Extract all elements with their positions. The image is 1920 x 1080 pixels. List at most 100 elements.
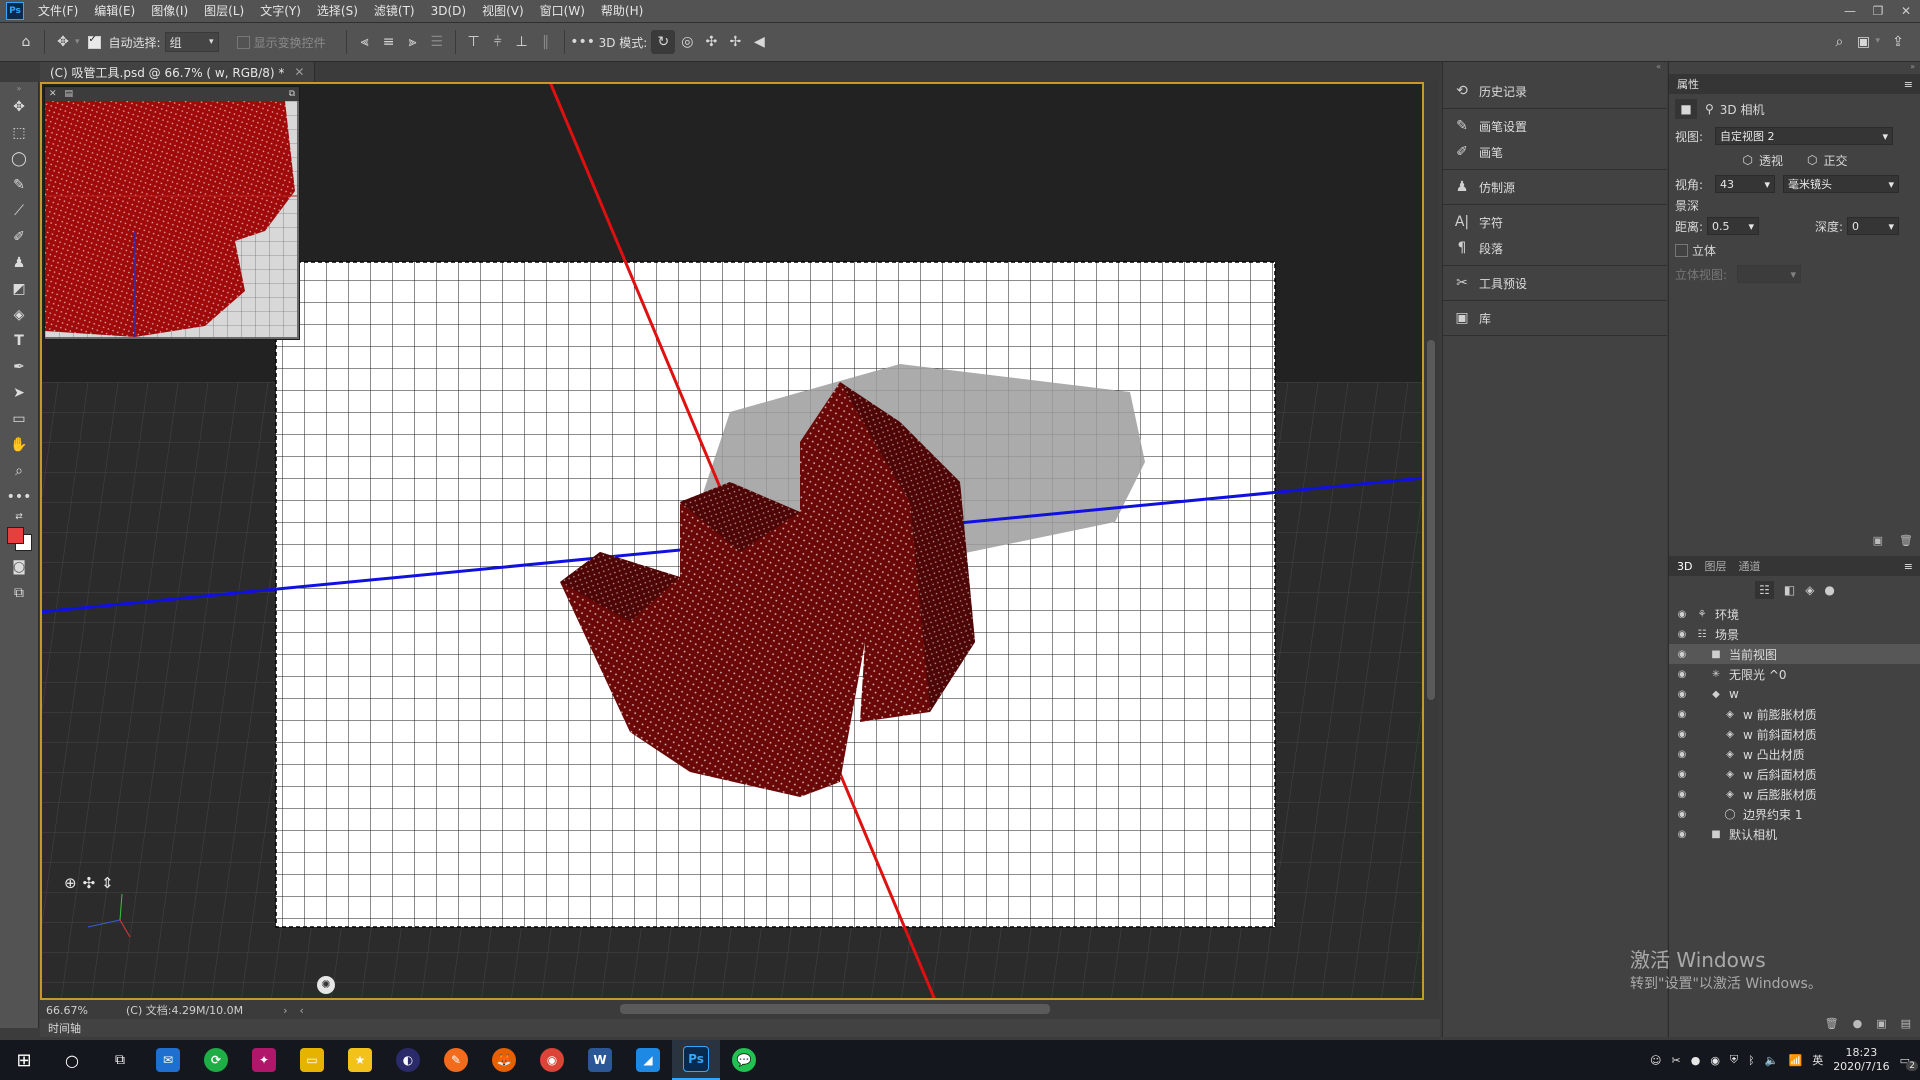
properties-tab[interactable]: 属性 — [1677, 76, 1699, 92]
menu-edit[interactable]: 编辑(E) — [86, 0, 143, 22]
menu-window[interactable]: 窗口(W) — [532, 0, 593, 22]
panel-character[interactable]: A| 字符 — [1443, 209, 1667, 235]
scene-tree-row[interactable]: ◉ ◈ w 后膨胀材质 — [1669, 784, 1920, 804]
canvas-viewport[interactable]: ⊕ ✣ ⇕ ✺ ✕ ▤ ⧉ — [40, 82, 1424, 1000]
visibility-eye-icon[interactable]: ◉ — [1673, 689, 1691, 700]
file-explorer-icon[interactable]: ▭ — [288, 1040, 336, 1080]
filter-whole-scene-icon[interactable]: ☷ — [1755, 581, 1774, 599]
screen-mode-icon[interactable]: ⧉ — [0, 580, 38, 606]
close-icon[interactable]: ✕ — [1892, 0, 1920, 22]
align-middle-v-icon[interactable]: ⫩ — [486, 30, 510, 54]
orbit-camera-icon[interactable]: ⊕ — [64, 874, 77, 892]
perspective-icon[interactable]: ⬡ — [1743, 153, 1753, 167]
depth-input[interactable]: 0 ▾ — [1847, 217, 1899, 235]
orange-app-icon[interactable]: ✎ — [432, 1040, 480, 1080]
collapse-panels-icon[interactable]: « — [1443, 62, 1667, 74]
orthographic-label[interactable]: 正交 — [1823, 152, 1847, 169]
mail-app-icon[interactable]: ✉ — [144, 1040, 192, 1080]
foreground-color-swatch[interactable] — [7, 527, 24, 544]
photos-app-icon[interactable]: ◢ — [624, 1040, 672, 1080]
menu-file[interactable]: 文件(F) — [30, 0, 86, 22]
visibility-eye-icon[interactable]: ◉ — [1673, 649, 1691, 660]
filter-lights-icon[interactable]: ● — [1824, 583, 1834, 597]
slide-3d-icon[interactable]: ✢ — [723, 30, 747, 54]
secondary-view-menu-icon[interactable]: ▤ — [65, 89, 74, 99]
visibility-eye-icon[interactable]: ◉ — [1673, 809, 1691, 820]
yellow-app-icon[interactable]: ★ — [336, 1040, 384, 1080]
close-tab-icon[interactable]: ✕ — [294, 65, 304, 79]
chevron-down-icon[interactable]: ▾ — [75, 37, 80, 47]
share-icon[interactable]: ⇪ — [1886, 30, 1910, 54]
visibility-eye-icon[interactable]: ◉ — [1673, 769, 1691, 780]
distance-input[interactable]: 0.5 ▾ — [1707, 217, 1759, 235]
tray-tool-icon[interactable]: ✂ — [1671, 1054, 1680, 1067]
volume-icon[interactable]: 🔈 — [1765, 1054, 1779, 1067]
document-tab[interactable]: (C) 吸管工具.psd @ 66.7% ( w, RGB/8) * ✕ — [40, 62, 316, 82]
trash-icon[interactable]: 🗑 — [1825, 1017, 1839, 1030]
start-icon[interactable]: ⊞ — [0, 1040, 48, 1080]
auto-select-dropdown[interactable]: 组 ▾ — [164, 32, 219, 52]
network-icon[interactable]: 📶 — [1788, 1054, 1802, 1067]
panel-brush-settings[interactable]: ✎ 画笔设置 — [1443, 113, 1667, 139]
visibility-eye-icon[interactable]: ◉ — [1673, 829, 1691, 840]
align-center-h-icon[interactable]: ≡ — [377, 30, 401, 54]
scene-tree-row[interactable]: ◉ ✳ 无限光 ^0 — [1669, 664, 1920, 684]
wechat-icon[interactable]: 💬 — [720, 1040, 768, 1080]
scene-tree-row[interactable]: ◉ ◈ w 前膨胀材质 — [1669, 704, 1920, 724]
menu-view[interactable]: 视图(V) — [474, 0, 532, 22]
view-dropdown[interactable]: 自定视图 2 ▾ — [1715, 127, 1893, 145]
collapse-right-panel-icon[interactable]: » — [1669, 62, 1920, 74]
panel-brushes[interactable]: ✐ 画笔 — [1443, 139, 1667, 165]
move-tool-icon[interactable]: ✥ — [0, 94, 38, 120]
scene-tree-row[interactable]: ◉ ⚘ 环境 — [1669, 604, 1920, 624]
panel-menu-icon[interactable]: ≡ — [1904, 560, 1913, 573]
scene-tree-row[interactable]: ◉ ◈ w 前斜面材质 — [1669, 724, 1920, 744]
eyedropper-tool-icon[interactable]: ⟋ — [0, 198, 38, 224]
tab-3d[interactable]: 3D — [1677, 560, 1692, 573]
lasso-tool-icon[interactable]: ◯ — [0, 146, 38, 172]
vertical-scrollbar-thumb[interactable] — [1427, 340, 1435, 700]
perspective-label[interactable]: 透视 — [1759, 152, 1783, 169]
zoom-level[interactable]: 66.67% — [46, 1004, 106, 1017]
bluetooth-icon[interactable]: ᛒ — [1748, 1054, 1755, 1067]
tab-channels[interactable]: 通道 — [1738, 558, 1760, 574]
pan-camera-icon[interactable]: ✣ — [83, 874, 96, 892]
menu-filter[interactable]: 滤镜(T) — [366, 0, 423, 22]
menu-help[interactable]: 帮助(H) — [593, 0, 651, 22]
auto-select-checkbox[interactable] — [87, 34, 101, 49]
scene-tree-row[interactable]: ◉ ◈ w 后斜面材质 — [1669, 764, 1920, 784]
stereo-checkbox[interactable] — [1675, 243, 1688, 257]
distribute-h-icon[interactable]: ☰ — [425, 30, 449, 54]
quick-mask-icon[interactable]: ◙ — [0, 554, 38, 580]
scene-tree-row[interactable]: ◉ ■ 默认相机 — [1669, 824, 1920, 844]
brush-tool-icon[interactable]: ✐ — [0, 224, 38, 250]
scroll-left-icon[interactable]: ‹ — [300, 1004, 304, 1017]
chevron-down-icon[interactable]: ▾ — [1875, 36, 1880, 54]
show-transform-checkbox[interactable] — [236, 35, 250, 49]
word-icon[interactable]: W — [576, 1040, 624, 1080]
timeline-panel-tab[interactable]: 时间轴 — [40, 1019, 1440, 1037]
type-tool-icon[interactable]: T — [0, 328, 38, 354]
green-app-icon[interactable]: ⟳ — [192, 1040, 240, 1080]
hand-tool-icon[interactable]: ✋ — [0, 432, 38, 458]
pen-tool-icon[interactable]: ✒ — [0, 354, 38, 380]
ime-indicator[interactable]: 英 — [1812, 1052, 1823, 1068]
people-icon[interactable]: ☺ — [1650, 1054, 1661, 1067]
tab-layers[interactable]: 图层 — [1704, 558, 1726, 574]
menu-3d[interactable]: 3D(D) — [423, 0, 474, 22]
dolly-camera-icon[interactable]: ⇕ — [101, 874, 114, 892]
notification-center-icon[interactable]: ▭ 2 — [1900, 1054, 1918, 1071]
home-icon[interactable]: ⌂ — [14, 30, 38, 54]
minimize-icon[interactable]: — — [1836, 0, 1864, 22]
quick-select-tool-icon[interactable]: ✎ — [0, 172, 38, 198]
scene-tree-row[interactable]: ◉ ☷ 场景 — [1669, 624, 1920, 644]
orthographic-icon[interactable]: ⬡ — [1807, 153, 1817, 167]
visibility-eye-icon[interactable]: ◉ — [1673, 749, 1691, 760]
task-view-icon[interactable]: ⧉ — [96, 1040, 144, 1080]
paint-bucket-tool-icon[interactable]: ◈ — [0, 302, 38, 328]
search-icon[interactable]: ○ — [48, 1040, 96, 1080]
scene-tree-row[interactable]: ◉ ◈ w 凸出材质 — [1669, 744, 1920, 764]
settings-icon[interactable]: ▤ — [1901, 1017, 1911, 1030]
scene-tree-row[interactable]: ◉ ◆ w — [1669, 684, 1920, 704]
menu-image[interactable]: 图像(I) — [143, 0, 196, 22]
